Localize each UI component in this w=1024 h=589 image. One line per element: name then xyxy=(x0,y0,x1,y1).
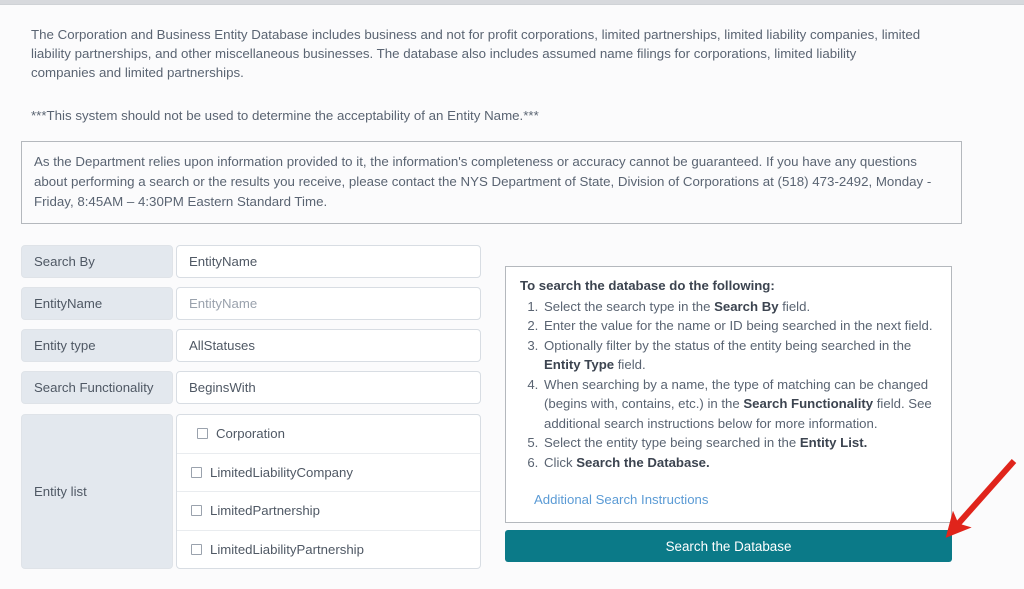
step-6-pre: Click xyxy=(544,454,577,470)
form-row-search-by: Search By EntityName xyxy=(21,245,481,278)
checkbox-row-limitedpartnership[interactable]: LimitedPartnership xyxy=(177,492,480,531)
step-6-bold: Search the Database. xyxy=(576,454,710,470)
form-row-search-functionality: Search Functionality BeginsWith xyxy=(21,371,481,404)
checkbox-icon-limitedpartnership[interactable] xyxy=(191,505,202,517)
label-entity-name: EntityName xyxy=(21,287,173,320)
search-the-database-button[interactable]: Search the Database xyxy=(505,530,952,562)
step-1-post: field. xyxy=(778,298,811,314)
checkbox-label-limitedpartnership: LimitedPartnership xyxy=(210,503,320,519)
instruction-step-6: Click Search the Database. xyxy=(542,453,941,473)
step-3-pre: Optionally filter by the status of the e… xyxy=(544,337,912,353)
label-search-functionality: Search Functionality xyxy=(21,371,173,404)
form-row-entity-name: EntityName EntityName xyxy=(21,287,481,320)
instruction-step-1: Select the search type in the Search By … xyxy=(542,297,941,317)
search-form: Search By EntityName EntityName EntityNa… xyxy=(21,245,481,569)
instruction-step-3: Optionally filter by the status of the e… xyxy=(542,336,941,375)
disclaimer-text: As the Department relies upon informatio… xyxy=(34,154,932,209)
checkbox-row-limitedliabilitycompany[interactable]: LimitedLiabilityCompany xyxy=(177,454,480,492)
checkbox-label-limitedliabilitypartnership: LimitedLiabilityPartnership xyxy=(210,541,364,557)
step-5-pre: Select the entity type being searched in… xyxy=(544,435,800,450)
step-3-bold: Entity Type xyxy=(544,357,615,372)
intro-section: The Corporation and Business Entity Data… xyxy=(31,25,921,125)
label-entity-type: Entity type xyxy=(21,329,173,362)
input-entity-name[interactable]: EntityName xyxy=(176,287,481,320)
instruction-step-4: When searching by a name, the type of ma… xyxy=(542,375,941,434)
checkbox-icon-limitedliabilitypartnership[interactable] xyxy=(191,543,202,555)
entity-list-options: Corporation LimitedLiabilityCompany Limi… xyxy=(176,414,481,569)
label-entity-list: Entity list xyxy=(21,414,173,569)
entity-list-block: Entity list Corporation LimitedLiability… xyxy=(21,414,481,569)
checkbox-icon-corporation[interactable] xyxy=(197,428,208,440)
checkbox-label-corporation: Corporation xyxy=(216,426,285,442)
instructions-list: Select the search type in the Search By … xyxy=(516,297,941,473)
intro-paragraph: The Corporation and Business Entity Data… xyxy=(31,27,921,80)
step-3-post: field. xyxy=(614,357,646,372)
checkbox-row-corporation[interactable]: Corporation xyxy=(177,415,480,454)
step-5-bold: Entity List. xyxy=(799,435,868,450)
intro-note: ***This system should not be used to det… xyxy=(31,108,539,123)
step-4-bold: Search Functionality xyxy=(743,396,874,411)
checkbox-icon-limitedliabilitycompany[interactable] xyxy=(191,466,202,478)
select-search-by[interactable]: EntityName xyxy=(176,245,481,278)
step-2-pre: Enter the value for the name or ID being… xyxy=(544,318,933,333)
step-1-bold: Search By xyxy=(714,298,779,314)
step-1-pre: Select the search type in the xyxy=(544,298,715,314)
select-search-functionality[interactable]: BeginsWith xyxy=(176,371,481,404)
page-content: The Corporation and Business Entity Data… xyxy=(0,5,1024,589)
select-entity-type[interactable]: AllStatuses xyxy=(176,329,481,362)
instruction-step-2: Enter the value for the name or ID being… xyxy=(542,316,941,336)
checkbox-row-limitedliabilitypartnership[interactable]: LimitedLiabilityPartnership xyxy=(177,531,480,569)
instructions-heading: To search the database do the following: xyxy=(520,278,775,293)
label-search-by: Search By xyxy=(21,245,173,278)
instruction-step-5: Select the entity type being searched in… xyxy=(542,433,941,453)
disclaimer-box: As the Department relies upon informatio… xyxy=(21,141,962,224)
form-row-entity-type: Entity type AllStatuses xyxy=(21,329,481,362)
additional-search-instructions-link[interactable]: Additional Search Instructions xyxy=(534,490,941,510)
checkbox-label-limitedliabilitycompany: LimitedLiabilityCompany xyxy=(210,464,353,480)
instructions-panel: To search the database do the following:… xyxy=(505,266,952,523)
